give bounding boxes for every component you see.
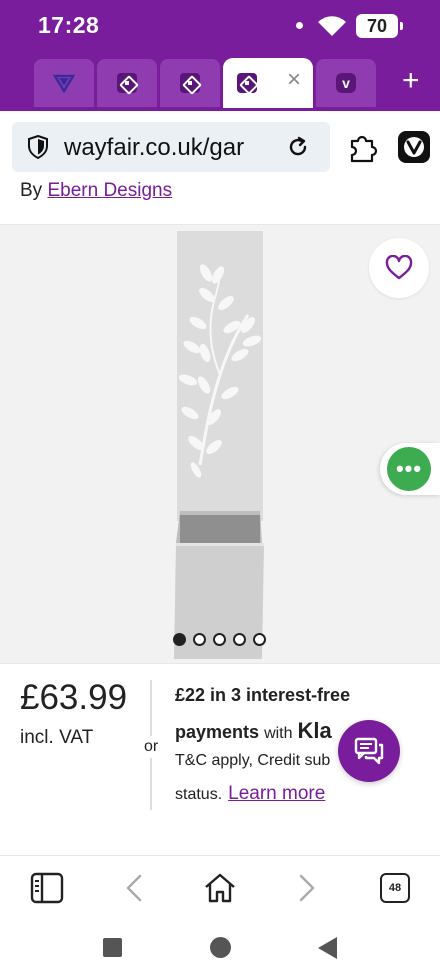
vivaldi-icon: v	[336, 73, 356, 93]
terms-status: status. Learn more	[175, 783, 325, 805]
clock: 17:28	[38, 12, 100, 38]
ryanair-icon	[53, 74, 75, 93]
payments-word: payments	[175, 722, 260, 742]
wayfair-icon	[117, 73, 137, 93]
chat-button[interactable]	[338, 720, 400, 782]
pagination-dot[interactable]	[193, 633, 206, 646]
more-options-button[interactable]: •••	[380, 443, 440, 495]
wifi-icon	[318, 16, 346, 36]
shield-icon[interactable]	[27, 135, 49, 159]
product-image	[174, 231, 264, 659]
brand-link[interactable]: Ebern Designs	[47, 180, 172, 201]
chat-icon	[354, 737, 384, 765]
forward-icon[interactable]	[296, 872, 318, 904]
home-button-icon[interactable]	[210, 937, 231, 958]
tab-ryanair[interactable]	[34, 59, 94, 107]
status-bar: 17:28 70	[0, 0, 440, 52]
klarna-logo: Kla	[297, 718, 332, 743]
pagination-dot[interactable]	[213, 633, 226, 646]
browser-bottom-bar: 48	[0, 855, 440, 921]
address-bar: wayfair.co.uk/gar	[0, 111, 440, 181]
tab-wayfair-active[interactable]: ×	[223, 58, 313, 108]
favourite-button[interactable]	[369, 238, 429, 298]
new-tab-button[interactable]: +	[402, 64, 420, 98]
tab-strip: × v +	[0, 56, 440, 108]
more-dots-icon: •••	[387, 447, 431, 491]
panels-icon[interactable]	[30, 872, 64, 904]
tab-wayfair-2[interactable]	[160, 59, 220, 107]
tab-count: 48	[388, 882, 402, 894]
vat-note: incl. VAT	[20, 727, 94, 748]
recents-icon[interactable]	[103, 938, 122, 957]
notification-dot-icon	[296, 22, 303, 29]
terms-tail: status.	[175, 786, 223, 803]
battery-icon: 70	[356, 14, 403, 38]
image-pagination[interactable]	[173, 633, 266, 646]
url-field[interactable]: wayfair.co.uk/gar	[12, 122, 330, 172]
tab-wayfair-1[interactable]	[97, 59, 157, 107]
extensions-icon[interactable]	[346, 131, 380, 165]
tab-switcher-button[interactable]: 48	[380, 873, 410, 903]
back-icon[interactable]	[123, 872, 145, 904]
product-price: £63.99	[20, 678, 128, 717]
wayfair-icon	[180, 73, 200, 93]
heart-icon	[385, 255, 413, 280]
url-text[interactable]: wayfair.co.uk/gar	[64, 134, 282, 162]
terms-text: T&C apply, Credit sub	[175, 752, 331, 769]
with-word: with	[264, 725, 293, 742]
installment-text: £22 in 3 interest-free	[175, 685, 351, 705]
byline-prefix: By	[20, 180, 43, 201]
home-icon[interactable]	[203, 872, 237, 904]
vivaldi-menu-icon[interactable]	[398, 131, 430, 163]
close-tab-icon[interactable]: ×	[287, 68, 301, 92]
pagination-dot[interactable]	[233, 633, 246, 646]
wayfair-icon	[237, 73, 257, 93]
back-triangle-icon[interactable]	[318, 937, 337, 959]
pagination-dot[interactable]	[173, 633, 186, 646]
battery-level: 70	[366, 15, 388, 36]
pagination-dot[interactable]	[253, 633, 266, 646]
product-image-gallery[interactable]	[0, 224, 440, 664]
browser-top-bar: 17:28 70 × v +	[0, 0, 440, 111]
tab-vivaldi[interactable]: v	[316, 59, 376, 107]
system-navigation-bar	[0, 921, 440, 978]
brand-byline: By Ebern Designs	[20, 180, 172, 202]
reload-icon[interactable]	[286, 135, 310, 159]
or-label: or	[144, 736, 159, 758]
learn-more-link[interactable]: Learn more	[228, 783, 325, 804]
